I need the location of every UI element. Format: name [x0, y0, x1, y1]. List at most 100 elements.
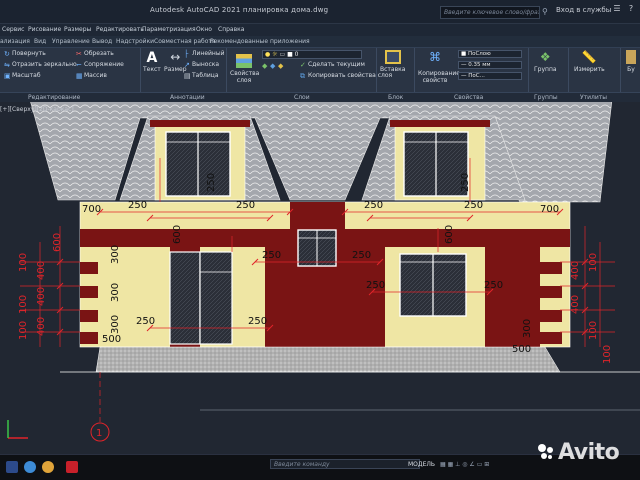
fillet-tool[interactable]: ⌐ Сопряжение — [76, 61, 124, 69]
search-icon[interactable]: ⚲ — [542, 7, 552, 17]
menu-item-help[interactable]: Справка — [218, 26, 244, 33]
help-icon[interactable]: ? — [626, 4, 636, 16]
command-input[interactable]: Введите команду — [270, 459, 420, 469]
dim-250-b[interactable]: 250 — [236, 200, 255, 211]
browser-icon[interactable] — [24, 461, 36, 473]
tab-collaborate[interactable]: Совместная работа — [154, 38, 216, 45]
central-bay — [290, 202, 345, 347]
dim-500-left[interactable]: 500 — [102, 334, 121, 345]
leader-tool[interactable]: ↗ Выноска — [184, 61, 219, 69]
dim-300-d[interactable]: 300 — [522, 319, 533, 338]
mirror-tool[interactable]: ⇋ Отразить зеркально — [4, 61, 77, 69]
scale-tool[interactable]: ▣Масштаб — [4, 72, 41, 80]
trim-tool[interactable]: ✂ Обрезать — [76, 50, 114, 58]
dim-250-j[interactable]: 250 — [248, 316, 267, 327]
start-icon[interactable] — [6, 461, 18, 473]
panel-title-utilities[interactable]: Утилиты — [580, 94, 607, 101]
dim-600-left[interactable]: 600 — [172, 225, 183, 244]
match-layer-tool[interactable]: ⧉ Копировать свойства слоя — [300, 72, 392, 80]
drawing-viewport[interactable]: [+][Сверху][2D-каркас] 700 250 250 250 2… — [0, 102, 640, 454]
group-tool[interactable]: ❖ Группа — [534, 50, 557, 73]
leader-icon: ↗ — [184, 61, 190, 69]
dim-300-c[interactable]: 300 — [110, 315, 121, 334]
menu-item-window[interactable]: Окно — [196, 26, 212, 33]
dim-250-e[interactable]: 250 — [262, 250, 281, 261]
make-current-tool[interactable]: ✓ Сделать текущим — [300, 61, 365, 69]
window-dormer-right — [403, 131, 469, 197]
dim-400-c[interactable]: 400 — [36, 317, 47, 336]
text-tool[interactable]: A Текст — [143, 50, 161, 73]
tab-visualize[interactable]: ализация — [0, 38, 30, 45]
linear-dim-icon: ├ — [184, 50, 189, 58]
menu-item-dimensions[interactable]: Размеры — [64, 26, 91, 33]
avito-watermark: Avito — [558, 440, 620, 465]
insert-tool[interactable]: Вставка — [380, 50, 405, 73]
lineweight-dropdown[interactable]: — 0.35 мм — [458, 61, 522, 69]
dim-400-d[interactable]: 400 — [570, 261, 581, 280]
dim-700-left[interactable]: 700 — [82, 204, 101, 215]
grid-snap-icons[interactable]: ▦ ▦ ⊥ ◎ ∠ ▭ ⊞ — [440, 461, 489, 468]
menu-item-draw[interactable]: Рисование — [28, 26, 61, 33]
measure-tool[interactable]: 📏 Измерить — [574, 50, 605, 73]
dim-300-a[interactable]: 300 — [110, 245, 121, 264]
dim-100-a[interactable]: 100 — [18, 253, 29, 272]
tab-view[interactable]: Вид — [34, 38, 46, 45]
rotate-tool[interactable]: ↻ Повернуть — [4, 50, 46, 58]
array-tool[interactable]: ▦Массив — [76, 72, 107, 80]
match-properties-tool[interactable]: ⌘ Копирование свойств — [418, 51, 460, 84]
dormer-right-cap — [390, 120, 490, 127]
tab-featured-apps[interactable]: Рекомендованные приложения — [210, 38, 310, 45]
user-icon[interactable]: ☰ — [612, 4, 622, 16]
dim-250-a[interactable]: 250 — [128, 200, 147, 211]
dim-250-h[interactable]: 250 — [484, 280, 503, 291]
dim-500-right[interactable]: 500 — [512, 344, 531, 355]
layer-properties-tool[interactable]: Свойства слоя — [230, 54, 259, 84]
panel-title-block[interactable]: Блок — [388, 94, 403, 101]
dim-100-f[interactable]: 100 — [602, 345, 613, 364]
model-tab[interactable]: МОДЕЛЬ — [408, 461, 435, 468]
panel-title-properties[interactable]: Свойства — [454, 94, 483, 101]
signin-button[interactable]: Вход в службы — [556, 6, 611, 14]
linear-dim-tool[interactable]: ├ Линейный — [184, 50, 224, 58]
dim-600-right[interactable]: 600 — [444, 225, 455, 244]
dim-250-dormer-left[interactable]: 250 — [206, 173, 217, 192]
dim-100-d[interactable]: 100 — [588, 253, 599, 272]
dim-100-e[interactable]: 100 — [588, 321, 599, 340]
viewport-label[interactable]: [+][Сверху][2D-каркас] — [0, 106, 74, 113]
menu-item-edit[interactable]: Редактировать — [96, 26, 144, 33]
dim-600-side-left[interactable]: 600 — [52, 233, 63, 252]
menu-item-parametric[interactable]: Параметризация — [142, 26, 196, 33]
dim-250-dormer-right[interactable]: 250 — [460, 173, 471, 192]
dim-100-c[interactable]: 100 — [18, 321, 29, 340]
dim-400-e[interactable]: 400 — [570, 295, 581, 314]
axis-label[interactable]: 1 — [96, 428, 102, 439]
linetype-dropdown[interactable]: — ПоС... — [458, 72, 522, 80]
search-input[interactable]: Введите ключевое слово/фразу — [440, 6, 540, 19]
tab-manage[interactable]: Управление — [52, 38, 90, 45]
panel-title-modify[interactable]: Редактирование — [28, 94, 80, 101]
panel-title-annotation[interactable]: Аннотации — [170, 94, 205, 101]
tab-output[interactable]: Вывод — [92, 38, 112, 45]
dim-100-b[interactable]: 100 — [18, 295, 29, 314]
dim-250-f[interactable]: 250 — [352, 250, 371, 261]
panel-title-groups[interactable]: Группы — [534, 94, 558, 101]
chrome-icon[interactable] — [42, 461, 54, 473]
menu-item-service[interactable]: Сервис — [2, 26, 24, 33]
dim-400-a[interactable]: 400 — [36, 261, 47, 280]
dim-250-i[interactable]: 250 — [136, 316, 155, 327]
table-tool[interactable]: ▤Таблица — [184, 72, 219, 80]
dormer-left-cap — [150, 120, 250, 127]
layer-icons-row[interactable]: ◆ ◆ ◆ — [262, 62, 286, 70]
color-dropdown[interactable]: ■ ПоСлою — [458, 50, 522, 58]
clipboard-tool[interactable]: Бу — [626, 50, 636, 73]
dim-300-b[interactable]: 300 — [110, 283, 121, 302]
dim-700-right[interactable]: 700 — [540, 204, 559, 215]
dim-250-d[interactable]: 250 — [464, 200, 483, 211]
autocad-taskbar-icon[interactable] — [66, 461, 78, 473]
dim-400-b[interactable]: 400 — [36, 287, 47, 306]
dim-250-g[interactable]: 250 — [366, 280, 385, 291]
tab-addons[interactable]: Надстройки — [116, 38, 154, 45]
layer-dropdown[interactable]: ● ☼ ▭ ■ 0 — [262, 50, 362, 59]
dim-250-c[interactable]: 250 — [364, 200, 383, 211]
panel-title-layers[interactable]: Слои — [294, 94, 310, 101]
